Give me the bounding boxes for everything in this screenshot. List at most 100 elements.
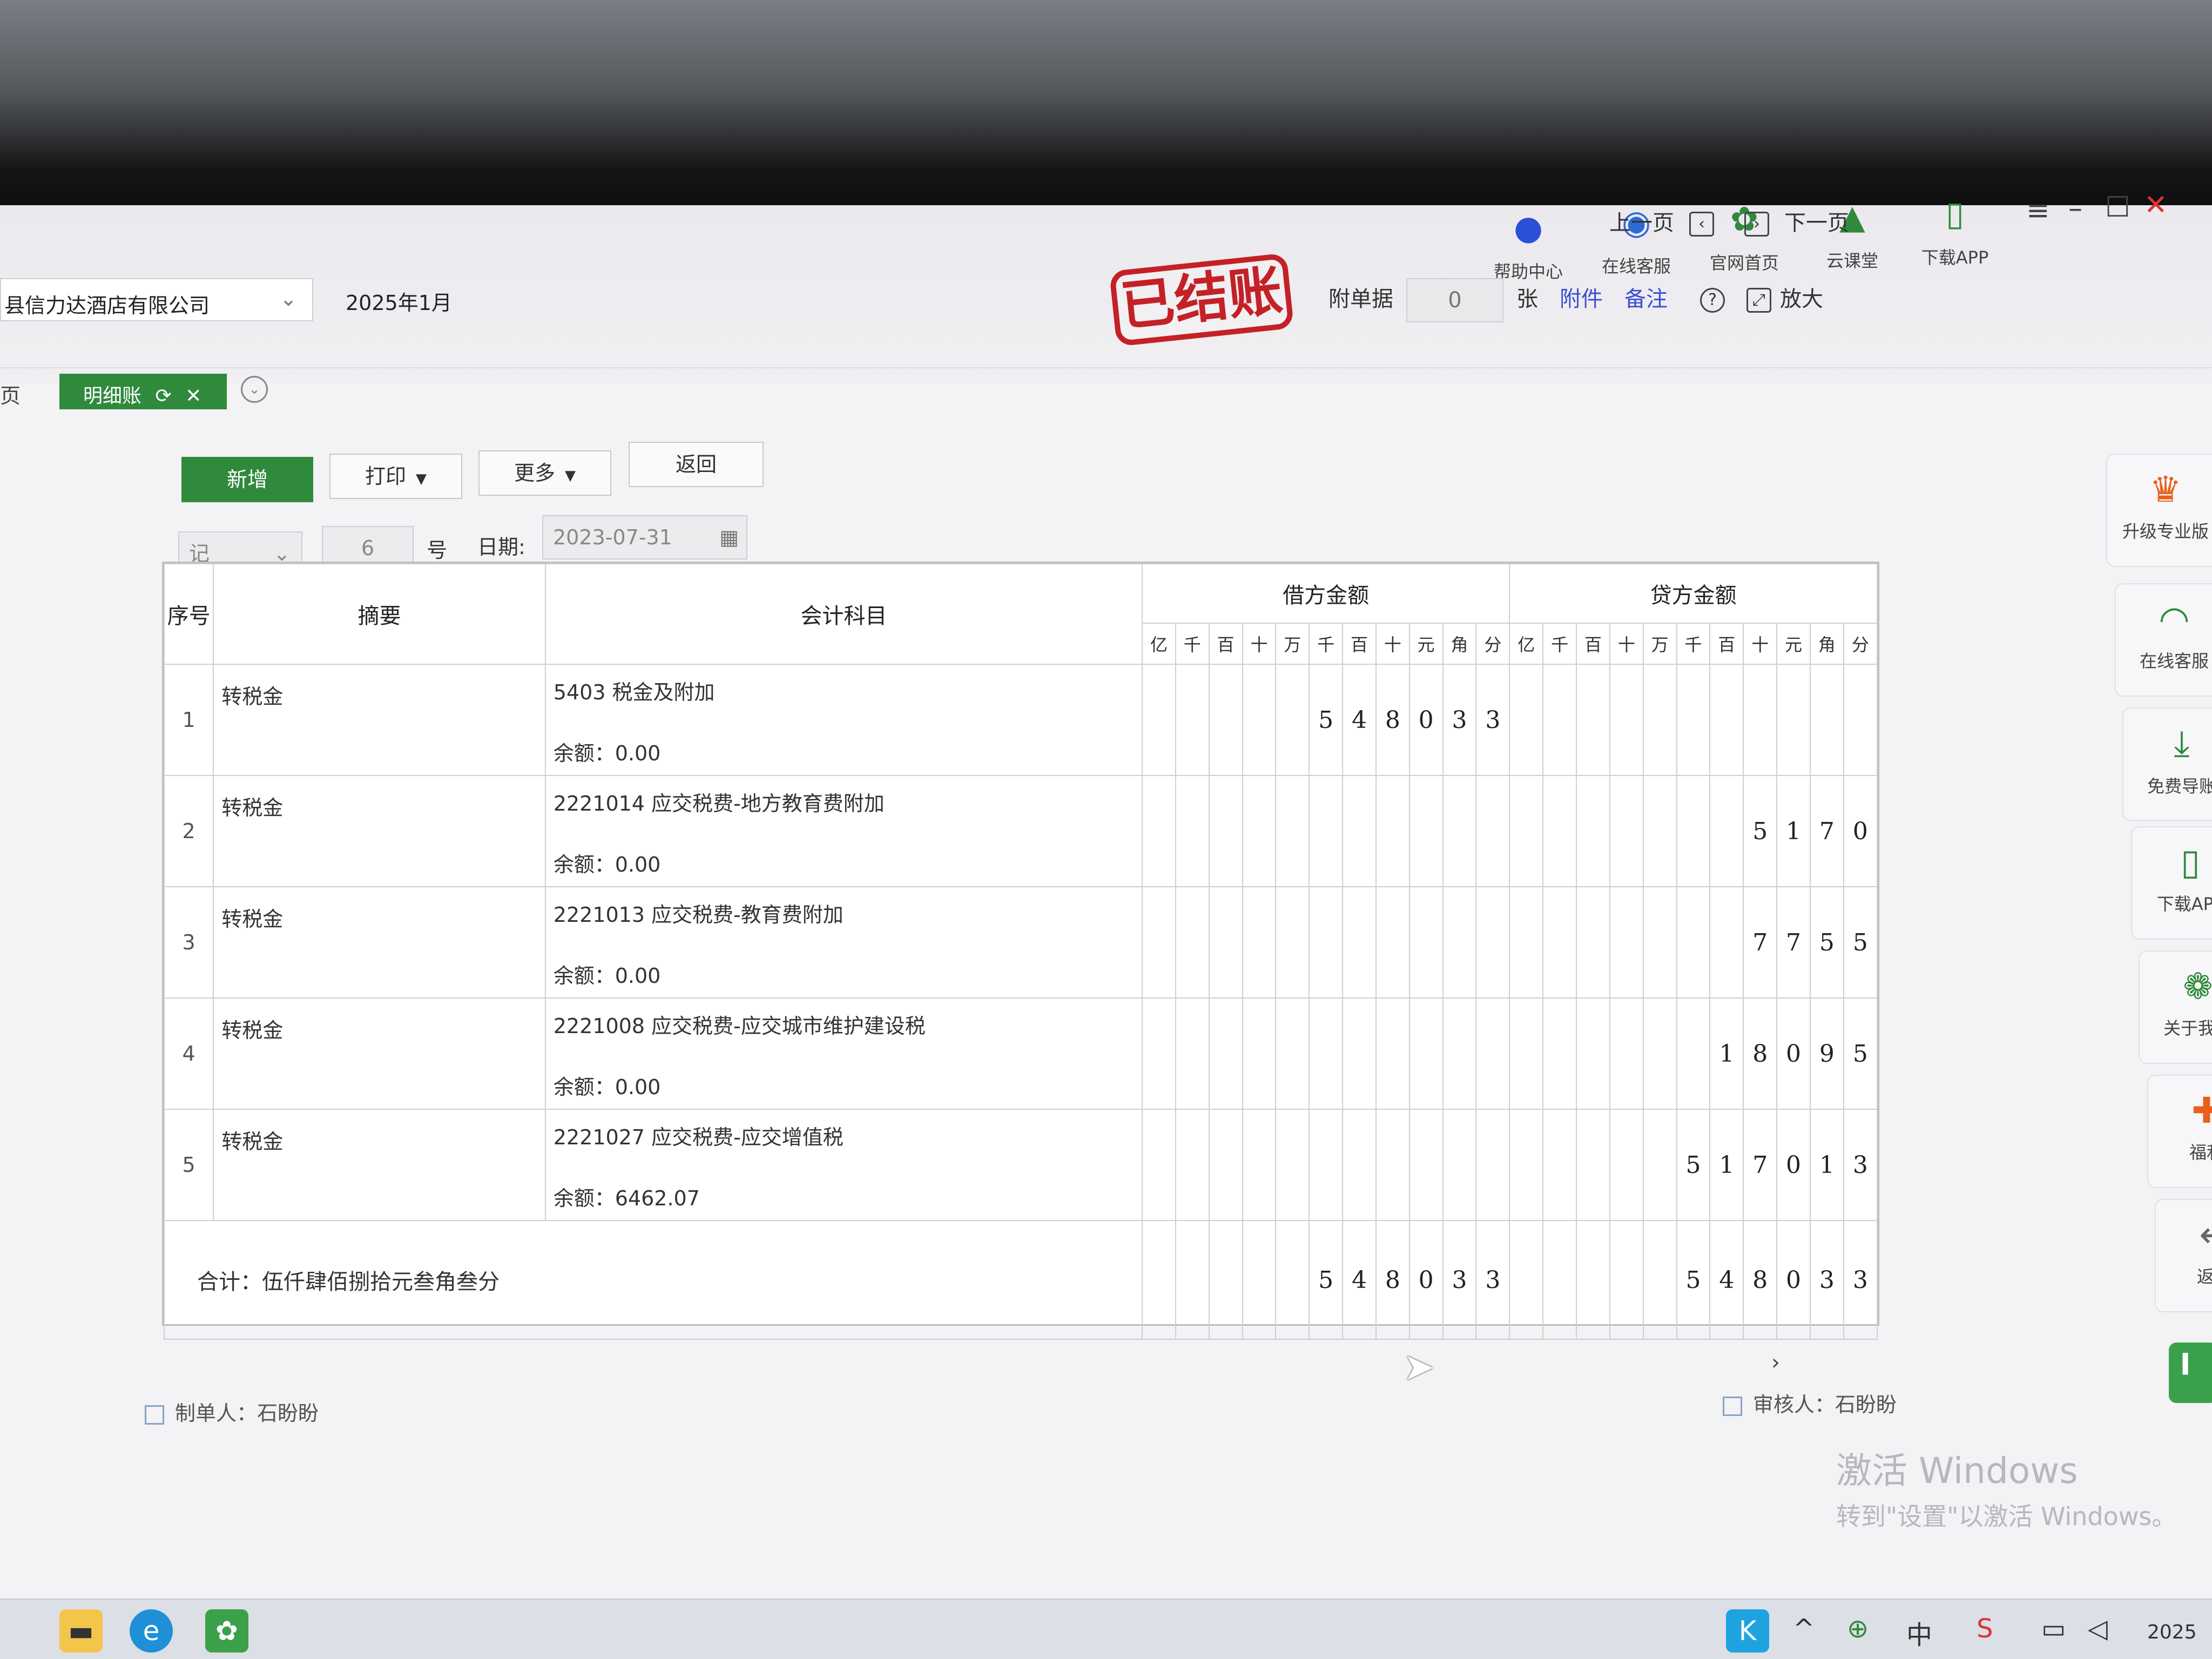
debit-digit-cell[interactable]	[1242, 997, 1277, 1110]
debit-digit-cell[interactable]	[1475, 775, 1510, 887]
debit-digit-cell[interactable]	[1142, 1109, 1176, 1221]
credit-digit-cell[interactable]	[1609, 775, 1644, 887]
credit-digit-cell[interactable]	[1609, 997, 1644, 1110]
credit-digit-cell[interactable]: 1	[1709, 997, 1744, 1110]
credit-digit-cell[interactable]	[1776, 664, 1811, 776]
row-account[interactable]: 2221008 应交税费-应交城市维护建设税 余额：0.00	[544, 997, 1143, 1110]
credit-digit-cell[interactable]	[1542, 775, 1577, 887]
debit-digit-cell[interactable]	[1175, 664, 1210, 776]
total-debit-digit-cell[interactable]	[1208, 1220, 1243, 1340]
tab-menu-icon[interactable]: ⌄	[241, 376, 268, 403]
debit-digit-cell[interactable]	[1175, 1109, 1210, 1221]
debit-digit-cell[interactable]	[1242, 775, 1277, 887]
row-summary[interactable]: 转税金	[213, 997, 546, 1110]
debit-digit-cell[interactable]	[1175, 997, 1210, 1110]
help-center-button[interactable]: ● 帮助中心	[1480, 205, 1577, 283]
debit-digit-cell[interactable]	[1275, 997, 1310, 1110]
attach-count-input[interactable]: 0	[1406, 278, 1503, 322]
credit-digit-cell[interactable]	[1709, 775, 1744, 887]
credit-digit-cell[interactable]: 7	[1809, 775, 1844, 887]
credit-digit-cell[interactable]	[1542, 886, 1577, 999]
total-credit-digit-cell[interactable]	[1576, 1220, 1610, 1340]
credit-digit-cell[interactable]: 0	[1776, 1109, 1811, 1221]
row-account[interactable]: 2221014 应交税费-地方教育费附加 余额：0.00	[544, 775, 1143, 887]
sidebar-item-service[interactable]: ◠ 在线客服	[2115, 583, 2212, 697]
download-app-button[interactable]: ▯ 下载APP	[1906, 191, 2004, 269]
tray-display-icon[interactable]: ▭	[2041, 1614, 2066, 1644]
credit-digit-cell[interactable]	[1642, 1109, 1677, 1221]
debit-digit-cell[interactable]	[1442, 775, 1477, 887]
debit-digit-cell[interactable]: 5	[1309, 664, 1344, 776]
next-page-link[interactable]: 下一页	[1784, 211, 1849, 235]
credit-digit-cell[interactable]	[1642, 997, 1677, 1110]
debit-digit-cell[interactable]: 3	[1475, 664, 1510, 776]
debit-digit-cell[interactable]	[1342, 1109, 1377, 1221]
credit-digit-cell[interactable]	[1576, 775, 1610, 887]
debit-digit-cell[interactable]	[1309, 997, 1344, 1110]
total-credit-digit-cell[interactable]: 0	[1776, 1220, 1811, 1340]
row-account[interactable]: 2221013 应交税费-教育费附加 余额：0.00	[544, 886, 1143, 999]
debit-digit-cell[interactable]	[1309, 1109, 1344, 1221]
credit-digit-cell[interactable]: 1	[1709, 1109, 1744, 1221]
tray-chevron-up-icon[interactable]: ^	[1793, 1614, 1815, 1644]
total-debit-digit-cell[interactable]	[1242, 1220, 1277, 1340]
tray-volume-icon[interactable]: ◁	[2088, 1614, 2108, 1644]
k-app-icon[interactable]: K	[1726, 1609, 1769, 1653]
help-icon[interactable]: ?	[1700, 288, 1725, 313]
note-link[interactable]: 备注	[1624, 287, 1668, 312]
credit-digit-cell[interactable]	[1676, 664, 1711, 776]
credit-digit-cell[interactable]: 5	[1809, 886, 1844, 999]
total-debit-digit-cell[interactable]: 3	[1442, 1220, 1477, 1340]
sidebar-item-gift[interactable]: ✚ 福利	[2147, 1075, 2212, 1188]
row-account[interactable]: 2221027 应交税费-应交增值税 余额：6462.07	[544, 1109, 1143, 1221]
row-summary[interactable]: 转税金	[213, 886, 546, 999]
credit-digit-cell[interactable]	[1676, 886, 1711, 999]
debit-digit-cell[interactable]	[1242, 886, 1277, 999]
credit-digit-cell[interactable]: 7	[1743, 886, 1778, 999]
attachment-link[interactable]: 附件	[1560, 287, 1603, 312]
debit-digit-cell[interactable]	[1375, 997, 1410, 1110]
debit-digit-cell[interactable]	[1475, 1109, 1510, 1221]
credit-digit-cell[interactable]	[1743, 664, 1778, 776]
credit-digit-cell[interactable]: 7	[1743, 1109, 1778, 1221]
minimize-icon[interactable]: –	[2068, 192, 2082, 225]
credit-digit-cell[interactable]	[1642, 886, 1677, 999]
ime-indicator[interactable]: 中	[1906, 1614, 1932, 1651]
row-summary[interactable]: 转税金	[213, 775, 546, 887]
total-debit-digit-cell[interactable]: 0	[1408, 1220, 1444, 1340]
edge-browser-icon[interactable]: e	[130, 1609, 173, 1653]
credit-digit-cell[interactable]: 1	[1776, 775, 1811, 887]
date-input[interactable]: 2023-07-31 ▦	[542, 515, 747, 559]
debit-digit-cell[interactable]	[1275, 886, 1310, 999]
debit-digit-cell[interactable]	[1309, 886, 1344, 999]
sidebar-item-import[interactable]: ⤓ 免费导账	[2122, 707, 2212, 821]
credit-digit-cell[interactable]	[1542, 997, 1577, 1110]
debit-digit-cell[interactable]	[1242, 1109, 1277, 1221]
credit-digit-cell[interactable]	[1576, 1109, 1610, 1221]
total-credit-digit-cell[interactable]: 4	[1709, 1220, 1744, 1340]
file-explorer-icon[interactable]: ▬	[59, 1609, 103, 1653]
total-debit-digit-cell[interactable]	[1275, 1220, 1310, 1340]
total-credit-digit-cell[interactable]: 5	[1676, 1220, 1711, 1340]
debit-digit-cell[interactable]	[1475, 886, 1510, 999]
total-debit-digit-cell[interactable]: 3	[1475, 1220, 1510, 1340]
credit-digit-cell[interactable]	[1709, 886, 1744, 999]
debit-digit-cell[interactable]	[1342, 886, 1377, 999]
credit-digit-cell[interactable]: 1	[1809, 1109, 1844, 1221]
credit-digit-cell[interactable]: 5	[1676, 1109, 1711, 1221]
debit-digit-cell[interactable]	[1208, 997, 1243, 1110]
sidebar-item-upgrade[interactable]: ♛ 升级专业版	[2106, 454, 2212, 567]
credit-digit-cell[interactable]	[1642, 775, 1677, 887]
credit-digit-cell[interactable]	[1642, 664, 1677, 776]
debit-digit-cell[interactable]	[1342, 997, 1377, 1110]
debit-digit-cell[interactable]	[1208, 886, 1243, 999]
edit-icon[interactable]	[145, 1405, 164, 1425]
table-row[interactable]: 5 转税金 2221027 应交税费-应交增值税 余额：6462.07 5 1 7 0 1 3	[163, 1109, 1878, 1221]
credit-digit-cell[interactable]	[1676, 997, 1711, 1110]
tab-ledger-detail[interactable]: 明细账 ⟳ ✕	[59, 374, 227, 409]
credit-digit-cell[interactable]	[1843, 664, 1878, 776]
credit-digit-cell[interactable]	[1809, 664, 1844, 776]
debit-digit-cell[interactable]	[1275, 1109, 1310, 1221]
sidebar-item-app[interactable]: ▯ 下载APP	[2131, 826, 2212, 940]
debit-digit-cell[interactable]	[1309, 775, 1344, 887]
